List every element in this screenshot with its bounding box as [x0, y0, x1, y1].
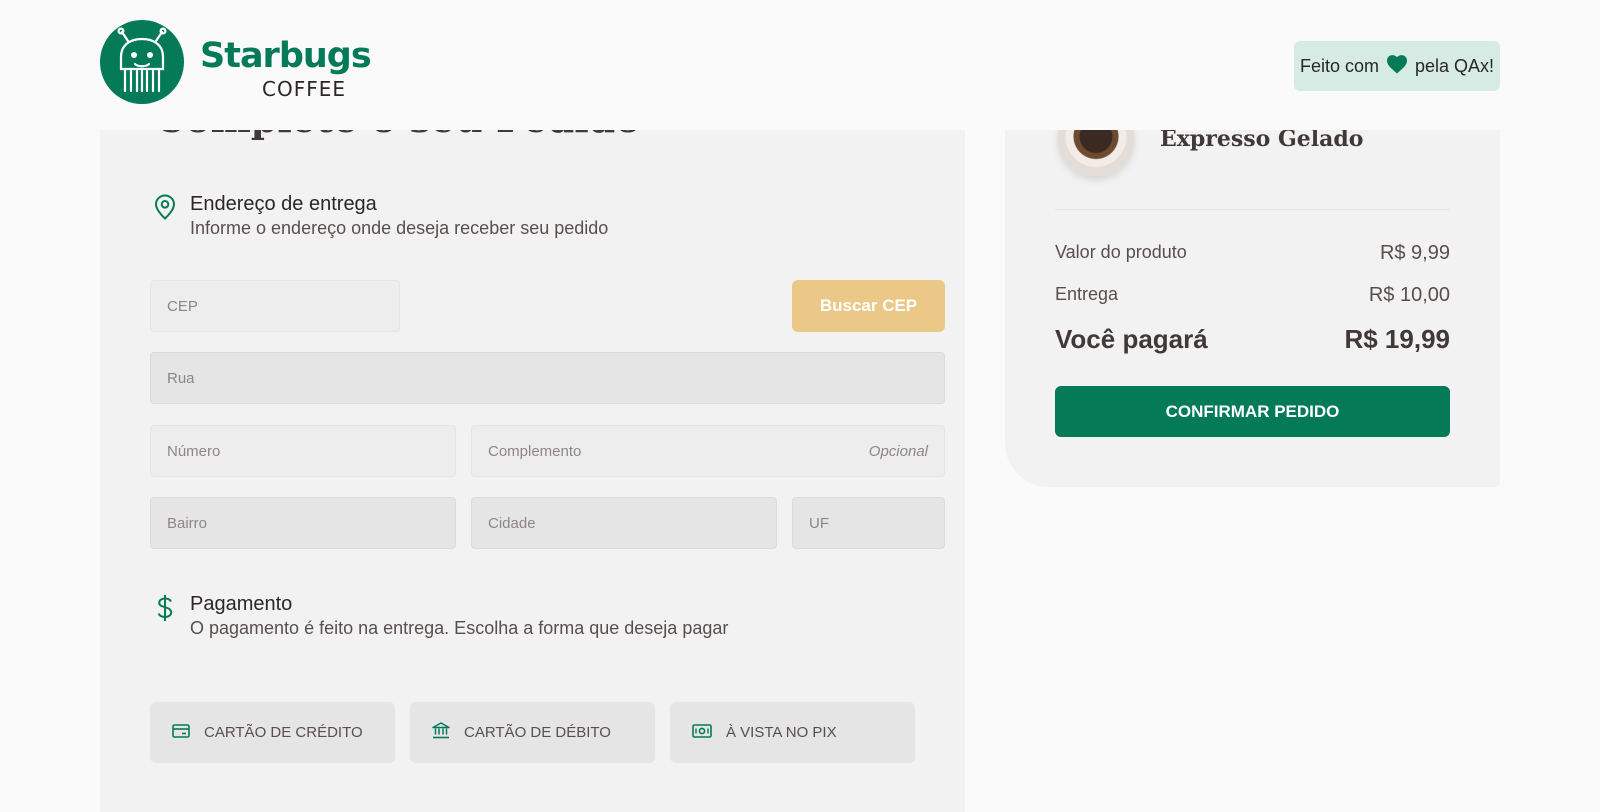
- product-value: R$ 9,99: [1379, 242, 1450, 264]
- app-header: Starbugs COFFEE Feito com pela QAx!: [0, 0, 1600, 130]
- city-placeholder: Cidade: [488, 514, 536, 532]
- dollar-icon: [152, 592, 178, 640]
- search-cep-button[interactable]: Buscar CEP: [792, 280, 945, 332]
- heart-icon: [1386, 54, 1408, 79]
- total-label: Você pagará: [1055, 324, 1208, 354]
- district-placeholder: Bairro: [167, 514, 208, 532]
- total-row: Você pagará R$ 19,99: [1055, 324, 1450, 355]
- brand-subtitle: COFFEE: [262, 77, 346, 101]
- made-with-suffix: pela QAx!: [1414, 55, 1495, 76]
- total-value: R$ 19,99: [1344, 324, 1450, 354]
- state-placeholder: UF: [809, 514, 829, 532]
- summary-divider: [1055, 209, 1450, 210]
- payment-section-header: Pagamento O pagamento é feito na entrega…: [152, 592, 728, 640]
- complement-placeholder: Complemento: [488, 442, 582, 460]
- bank-icon: [432, 722, 450, 743]
- payment-credit-card-option[interactable]: CARTÃO DE CRÉDITO: [150, 702, 395, 763]
- number-input[interactable]: Número: [150, 425, 456, 477]
- cep-input[interactable]: CEP: [150, 280, 400, 332]
- money-icon: [692, 723, 712, 742]
- made-with-prefix: Feito com: [1299, 55, 1379, 76]
- number-placeholder: Número: [167, 442, 221, 460]
- payment-debit-card-option[interactable]: CARTÃO DE DÉBITO: [410, 702, 655, 763]
- robot-mascot-icon: [100, 20, 184, 104]
- credit-card-label: CARTÃO DE CRÉDITO: [204, 724, 363, 741]
- brand-title: Starbugs: [200, 36, 372, 76]
- pix-label: À VISTA NO PIX: [726, 724, 837, 741]
- confirm-order-button[interactable]: CONFIRMAR PEDIDO: [1055, 386, 1450, 437]
- product-value-row: Valor do produto R$ 9,99: [1055, 242, 1450, 265]
- address-subtitle: Informe o endereço onde deseja receber s…: [190, 218, 609, 238]
- debit-card-label: CARTÃO DE DÉBITO: [464, 724, 611, 741]
- map-pin-icon: [152, 192, 178, 240]
- payment-subtitle: O pagamento é feito na entrega. Escolha …: [190, 618, 729, 638]
- cep-placeholder: CEP: [167, 297, 198, 315]
- address-section-header: Endereço de entrega Informe o endereço o…: [152, 192, 608, 240]
- payment-title: Pagamento: [190, 593, 293, 615]
- brand-logo[interactable]: Starbugs COFFEE: [100, 20, 372, 104]
- street-placeholder: Rua: [167, 369, 195, 387]
- delivery-label: Entrega: [1055, 284, 1119, 304]
- street-input[interactable]: Rua: [150, 352, 945, 404]
- product-value-label: Valor do produto: [1055, 242, 1187, 262]
- delivery-row: Entrega R$ 10,00: [1055, 284, 1450, 307]
- city-input[interactable]: Cidade: [471, 497, 777, 549]
- state-input[interactable]: UF: [792, 497, 945, 549]
- district-input[interactable]: Bairro: [150, 497, 456, 549]
- payment-pix-option[interactable]: À VISTA NO PIX: [670, 702, 915, 763]
- made-with-love-badge: Feito com pela QAx!: [1294, 41, 1500, 91]
- credit-card-icon: [172, 723, 190, 742]
- complement-optional-hint: Opcional: [868, 442, 928, 460]
- complement-input[interactable]: Complemento Opcional: [471, 425, 945, 477]
- delivery-value: R$ 10,00: [1368, 284, 1450, 306]
- address-title: Endereço de entrega: [190, 193, 377, 215]
